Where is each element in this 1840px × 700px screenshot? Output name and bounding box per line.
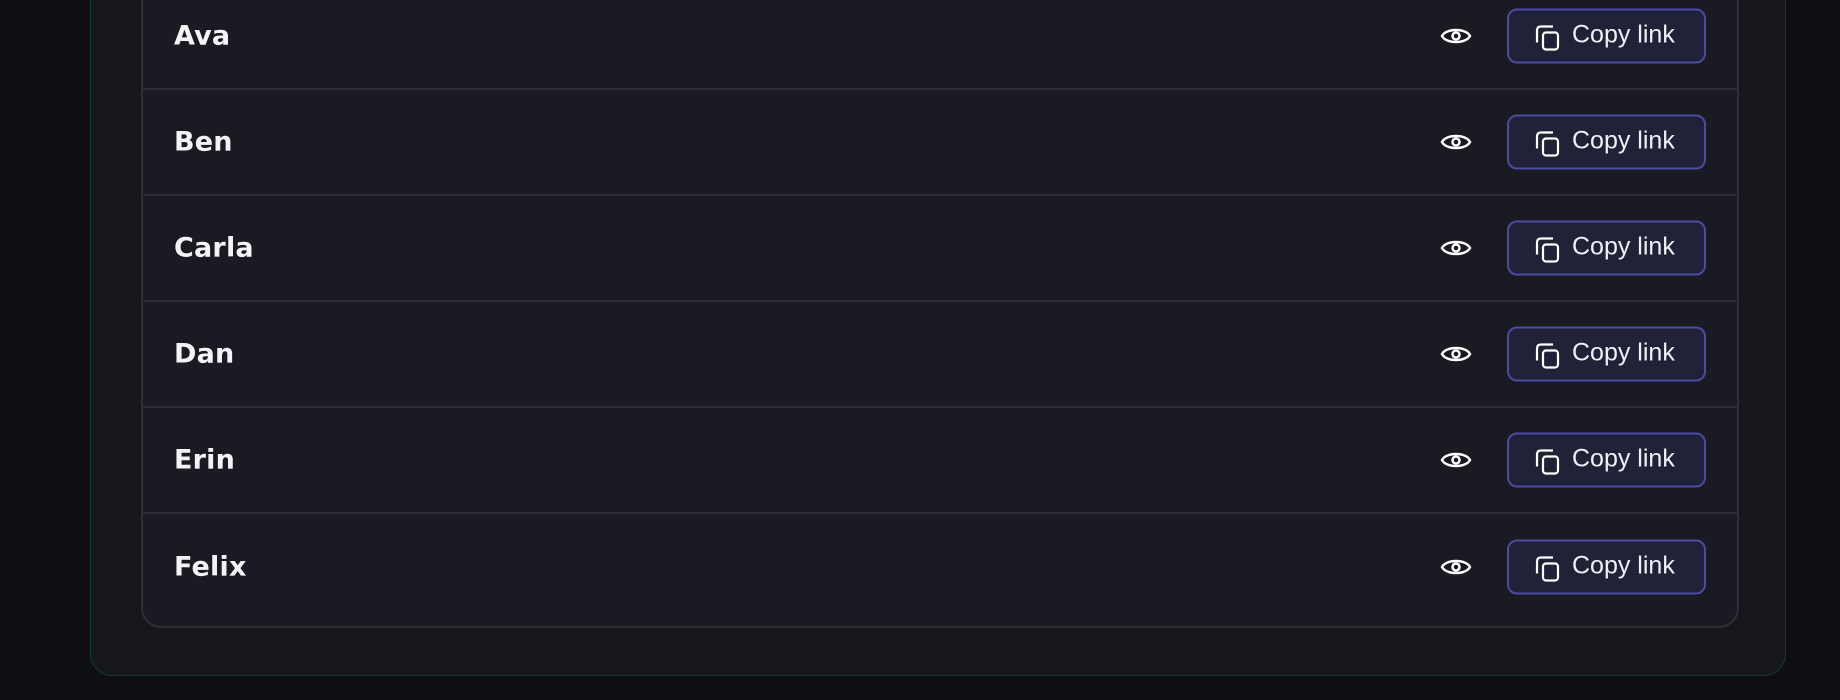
copy-link-button[interactable]: Copy link bbox=[1507, 326, 1706, 382]
eye-icon[interactable] bbox=[1436, 16, 1476, 56]
copy-icon bbox=[1535, 237, 1560, 263]
participant-name: Ben bbox=[174, 126, 233, 158]
eye-icon[interactable] bbox=[1436, 440, 1476, 480]
participant-row-dan: Dan Copy link bbox=[143, 302, 1737, 408]
participant-name: Ava bbox=[174, 20, 231, 52]
participant-row-ben: Ben Copy link bbox=[143, 90, 1737, 196]
copy-link-label: Copy link bbox=[1572, 126, 1675, 155]
eye-icon[interactable] bbox=[1436, 122, 1476, 162]
copy-icon bbox=[1535, 343, 1560, 369]
copy-link-button[interactable]: Copy link bbox=[1507, 114, 1706, 170]
participant-name: Dan bbox=[174, 338, 235, 370]
participant-row-felix: Felix Copy link bbox=[143, 514, 1737, 620]
copy-icon bbox=[1535, 131, 1560, 157]
participant-list: Ava Copy link Ben Copy link Carla Copy l… bbox=[141, 0, 1739, 628]
eye-icon[interactable] bbox=[1436, 547, 1476, 587]
copy-link-label: Copy link bbox=[1572, 444, 1675, 473]
participant-row-ava: Ava Copy link bbox=[143, 0, 1737, 90]
eye-icon[interactable] bbox=[1436, 334, 1476, 374]
copy-link-label: Copy link bbox=[1572, 551, 1675, 580]
copy-icon bbox=[1535, 25, 1560, 51]
participant-row-erin: Erin Copy link bbox=[143, 408, 1737, 514]
copy-link-label: Copy link bbox=[1572, 338, 1675, 367]
copy-link-button[interactable]: Copy link bbox=[1507, 8, 1706, 64]
participant-name: Erin bbox=[174, 444, 236, 476]
copy-link-label: Copy link bbox=[1572, 232, 1675, 261]
copy-icon bbox=[1535, 449, 1560, 475]
copy-link-button[interactable]: Copy link bbox=[1507, 220, 1706, 276]
copy-link-button[interactable]: Copy link bbox=[1507, 432, 1706, 488]
copy-icon bbox=[1535, 556, 1560, 582]
copy-link-label: Copy link bbox=[1572, 20, 1675, 49]
participant-name: Felix bbox=[174, 551, 247, 583]
copy-link-button[interactable]: Copy link bbox=[1507, 539, 1706, 595]
participant-row-carla: Carla Copy link bbox=[143, 196, 1737, 302]
eye-icon[interactable] bbox=[1436, 228, 1476, 268]
participant-name: Carla bbox=[174, 232, 254, 264]
